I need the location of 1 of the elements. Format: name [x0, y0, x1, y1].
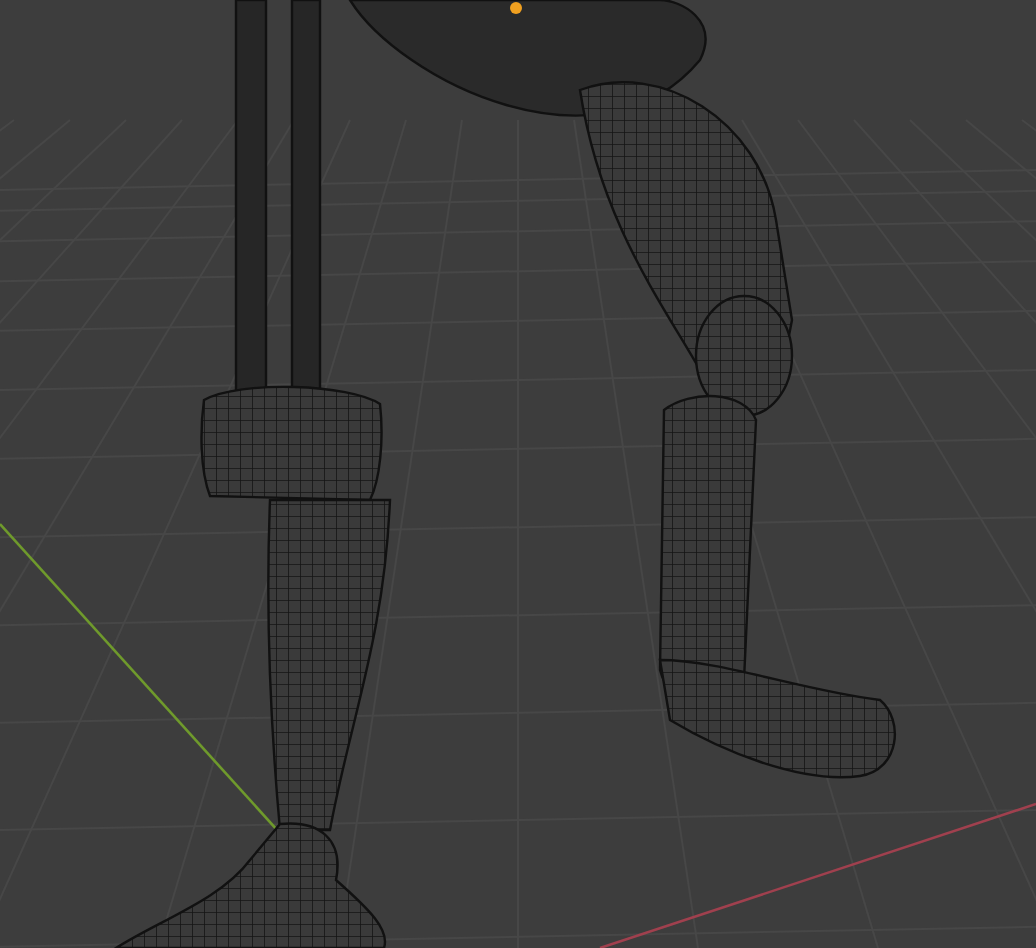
origin-point-icon	[510, 2, 522, 14]
